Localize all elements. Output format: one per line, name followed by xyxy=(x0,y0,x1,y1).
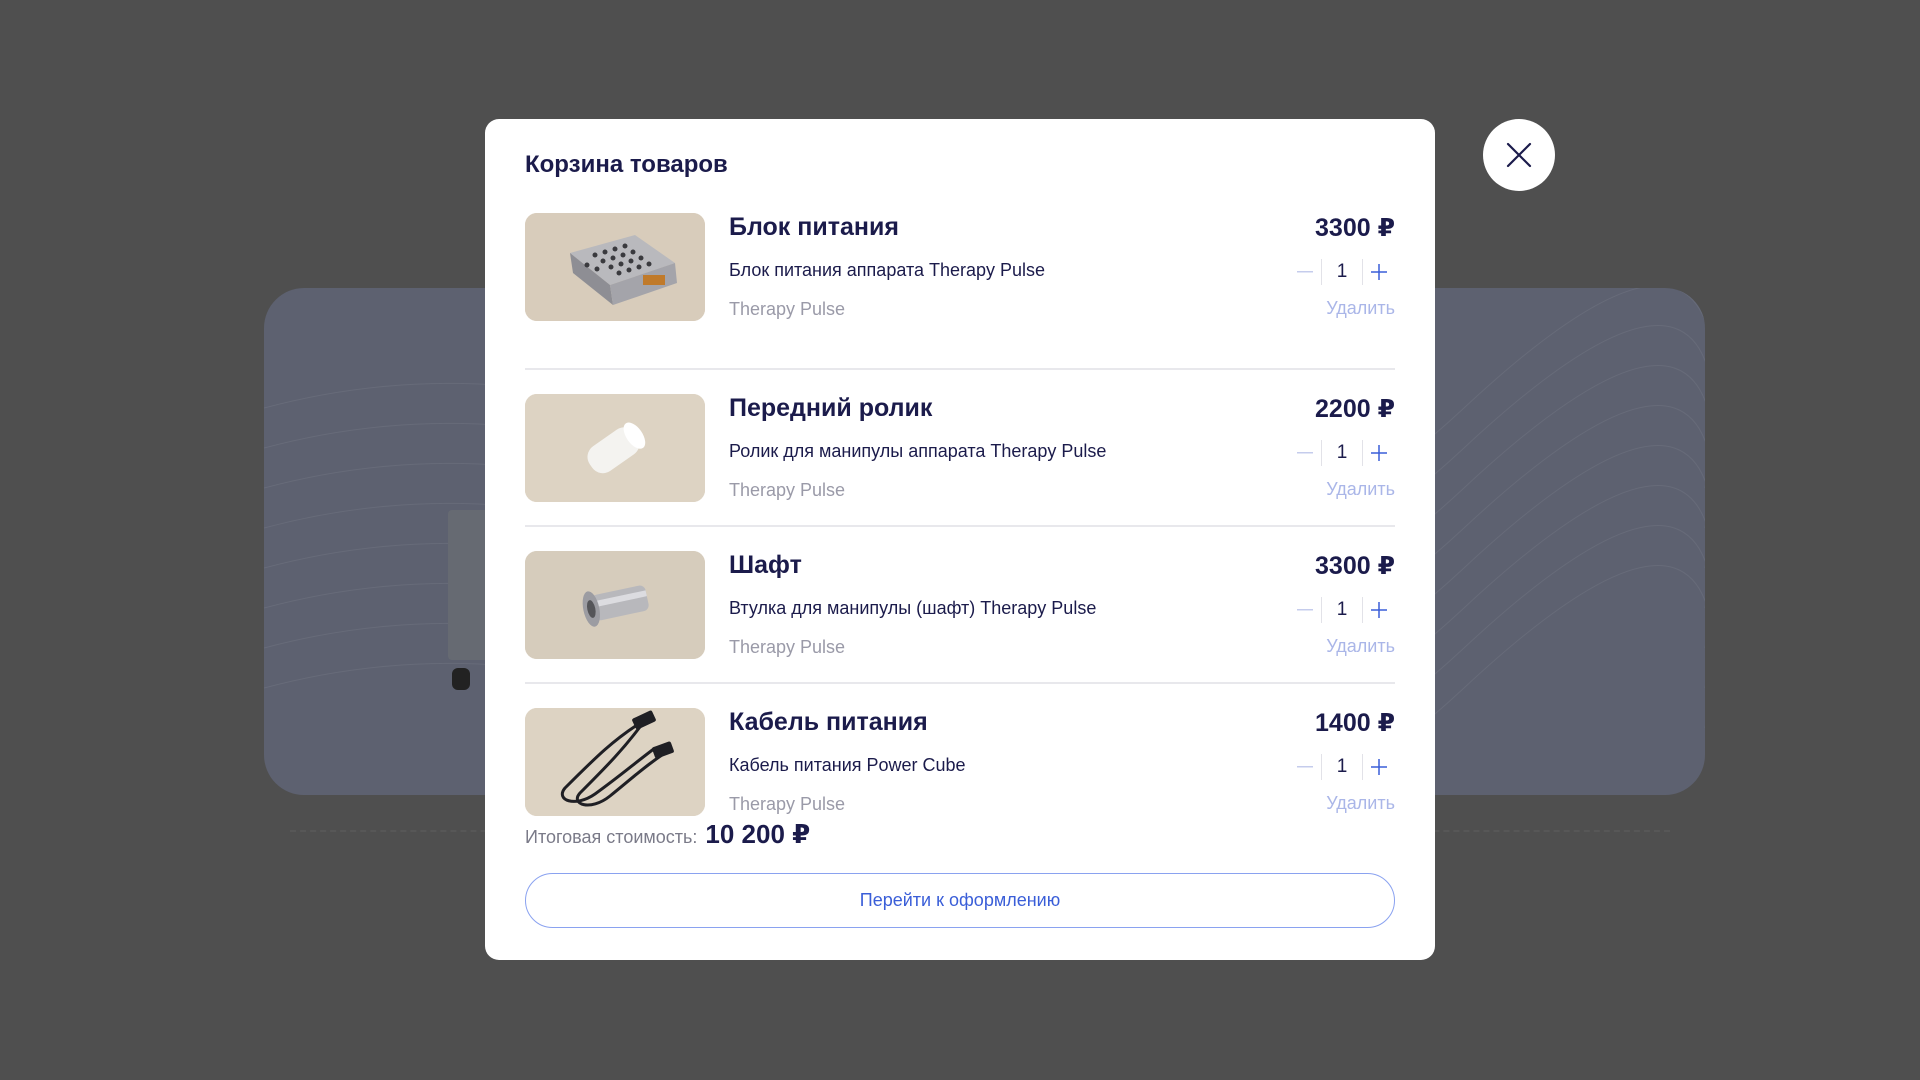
item-name[interactable]: Блок питания xyxy=(729,213,899,242)
cart-item: Шафт Втулка для манипулы (шафт) Therapy … xyxy=(525,527,1395,684)
quantity-stepper: 1 xyxy=(1289,752,1395,782)
total-label: Итоговая стоимость: xyxy=(525,827,698,847)
remove-item-button[interactable]: Удалить xyxy=(1326,479,1395,500)
item-price: 3300 ₽ xyxy=(1315,552,1395,580)
item-price: 2200 ₽ xyxy=(1315,395,1395,423)
item-brand: Therapy Pulse xyxy=(729,299,846,319)
quantity-stepper: 1 xyxy=(1289,438,1395,468)
checkout-button[interactable]: Перейти к оформлению xyxy=(525,873,1395,928)
quantity-value[interactable]: 1 xyxy=(1322,599,1362,621)
decrease-quantity-button[interactable] xyxy=(1289,752,1321,782)
increase-quantity-button[interactable] xyxy=(1363,595,1395,625)
plus-icon xyxy=(1371,445,1387,461)
roller-image[interactable] xyxy=(525,394,705,502)
item-description: Кабель питания Power Cube xyxy=(729,755,966,775)
minus-icon xyxy=(1297,271,1313,273)
minus-icon xyxy=(1297,766,1313,768)
background-device xyxy=(448,510,490,660)
close-icon xyxy=(1506,142,1532,168)
minus-icon xyxy=(1297,452,1313,454)
increase-quantity-button[interactable] xyxy=(1363,752,1395,782)
item-brand: Therapy Pulse xyxy=(729,794,846,814)
item-name[interactable]: Кабель питания xyxy=(729,708,928,737)
remove-item-button[interactable]: Удалить xyxy=(1326,298,1395,319)
item-name[interactable]: Шафт xyxy=(729,551,802,580)
close-modal-button[interactable] xyxy=(1483,119,1555,191)
total-value: 10 200 ₽ xyxy=(705,819,811,849)
power-cable-image[interactable] xyxy=(525,708,705,816)
cart-item: Кабель питания Кабель питания Power Cube… xyxy=(525,684,1395,824)
item-description: Блок питания аппарата Therapy Pulse xyxy=(729,260,1046,280)
remove-item-button[interactable]: Удалить xyxy=(1326,636,1395,657)
cart-items-list: Блок питания Блок питания аппарата Thera… xyxy=(525,213,1395,824)
quantity-stepper: 1 xyxy=(1289,257,1395,287)
increase-quantity-button[interactable] xyxy=(1363,257,1395,287)
quantity-value[interactable]: 1 xyxy=(1322,261,1362,283)
item-brand: Therapy Pulse xyxy=(729,637,846,657)
decrease-quantity-button[interactable] xyxy=(1289,438,1321,468)
cart-total: Итоговая стоимость: 10 200 ₽ xyxy=(525,819,810,850)
cart-item: Передний ролик Ролик для манипулы аппара… xyxy=(525,370,1395,527)
plus-icon xyxy=(1371,264,1387,280)
item-description: Втулка для манипулы (шафт) Therapy Pulse xyxy=(729,598,1097,618)
plus-icon xyxy=(1371,759,1387,775)
quantity-value[interactable]: 1 xyxy=(1322,756,1362,778)
power-supply-image[interactable] xyxy=(525,213,705,321)
item-price: 3300 ₽ xyxy=(1315,214,1395,242)
remove-item-button[interactable]: Удалить xyxy=(1326,793,1395,814)
quantity-value[interactable]: 1 xyxy=(1322,442,1362,464)
background-device-wheel xyxy=(452,668,470,690)
item-price: 1400 ₽ xyxy=(1315,709,1395,737)
item-brand: Therapy Pulse xyxy=(729,480,846,500)
plus-icon xyxy=(1371,602,1387,618)
cart-title: Корзина товаров xyxy=(525,151,728,178)
decrease-quantity-button[interactable] xyxy=(1289,257,1321,287)
item-name[interactable]: Передний ролик xyxy=(729,394,932,423)
decrease-quantity-button[interactable] xyxy=(1289,595,1321,625)
quantity-stepper: 1 xyxy=(1289,595,1395,625)
item-description: Ролик для манипулы аппарата Therapy Puls… xyxy=(729,441,1107,461)
increase-quantity-button[interactable] xyxy=(1363,438,1395,468)
shaft-image[interactable] xyxy=(525,551,705,659)
minus-icon xyxy=(1297,609,1313,611)
cart-item: Блок питания Блок питания аппарата Thera… xyxy=(525,213,1395,370)
cart-modal: Корзина товаров Блок питания Блок питани… xyxy=(485,119,1435,960)
